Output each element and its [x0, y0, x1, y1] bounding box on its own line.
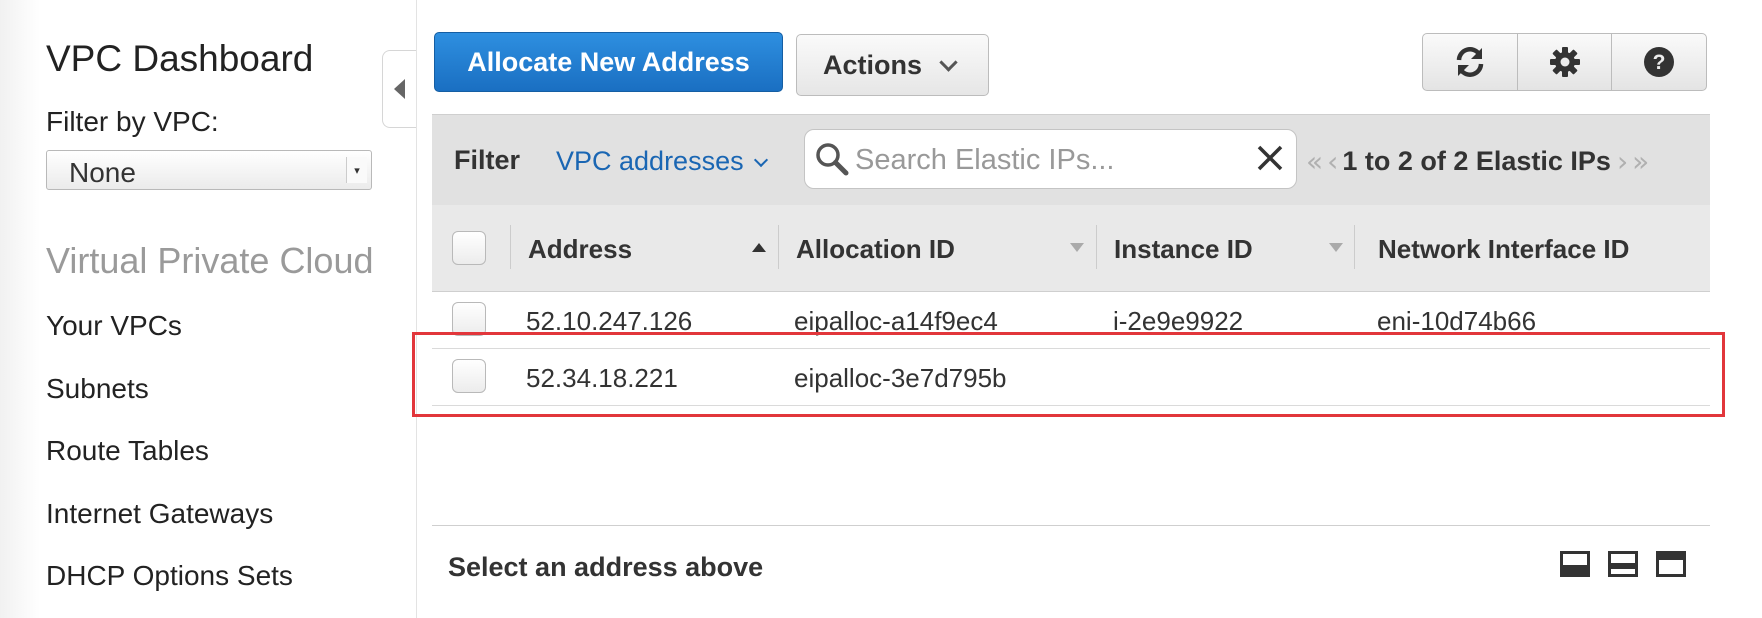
- row-checkbox[interactable]: [452, 359, 486, 393]
- layout-top-pane-icon[interactable]: [1656, 551, 1686, 577]
- row-checkbox[interactable]: [452, 302, 486, 336]
- column-header-address[interactable]: Address: [528, 234, 632, 265]
- sort-descending-icon[interactable]: [1329, 243, 1343, 252]
- column-header-network-interface-id[interactable]: Network Interface ID: [1378, 234, 1629, 265]
- sidebar-title[interactable]: VPC Dashboard: [46, 38, 313, 80]
- gear-icon: [1549, 47, 1580, 77]
- cell-allocation-id: eipalloc-a14f9ec4: [794, 306, 998, 336]
- search-icon: [816, 143, 849, 176]
- sidebar-item-dhcp-options-sets[interactable]: DHCP Options Sets: [46, 560, 293, 592]
- vpc-addresses-dropdown[interactable]: VPC addresses: [556, 146, 768, 177]
- table-row[interactable]: 52.34.18.221 eipalloc-3e7d795b: [432, 349, 1710, 406]
- collapse-left-icon: [394, 79, 405, 99]
- refresh-button[interactable]: [1423, 34, 1517, 90]
- settings-button[interactable]: [1516, 34, 1612, 90]
- pagination: « ‹ 1 to 2 of 2 Elastic IPs › »: [1306, 141, 1649, 181]
- help-button[interactable]: ?: [1611, 34, 1706, 90]
- cell-allocation-id: eipalloc-3e7d795b: [794, 363, 1007, 393]
- layout-split-pane-icon[interactable]: [1608, 551, 1638, 577]
- next-page-icon[interactable]: ›: [1617, 145, 1628, 178]
- sidebar-item-route-tables[interactable]: Route Tables: [46, 435, 209, 467]
- sidebar-item-your-vpcs[interactable]: Your VPCs: [46, 310, 182, 342]
- select-all-checkbox[interactable]: [452, 231, 486, 265]
- allocate-new-address-button[interactable]: Allocate New Address: [434, 32, 783, 92]
- column-header-instance-id[interactable]: Instance ID: [1114, 234, 1253, 265]
- table-header: Address Allocation ID Instance ID Networ…: [432, 205, 1710, 292]
- help-icon: ?: [1644, 47, 1675, 77]
- details-divider[interactable]: [432, 525, 1710, 526]
- cell-instance-id[interactable]: i-2e9e9922: [1113, 306, 1243, 337]
- sidebar-item-subnets[interactable]: Subnets: [46, 373, 149, 405]
- search-box: [804, 129, 1297, 189]
- last-page-icon[interactable]: »: [1632, 145, 1649, 178]
- actions-button[interactable]: Actions: [796, 34, 989, 96]
- svg-text:?: ?: [1653, 51, 1666, 74]
- sidebar-collapse-button[interactable]: [382, 50, 416, 128]
- filter-by-vpc-label: Filter by VPC:: [46, 106, 219, 137]
- column-separator: [510, 225, 511, 269]
- sort-ascending-icon[interactable]: [752, 243, 766, 252]
- refresh-icon: [1456, 47, 1484, 77]
- previous-page-icon[interactable]: ‹: [1327, 145, 1338, 178]
- vpc-filter-select[interactable]: None ▾: [46, 150, 372, 190]
- search-input[interactable]: [853, 140, 1237, 180]
- first-page-icon[interactable]: «: [1306, 145, 1323, 178]
- vpc-filter-value: None: [69, 157, 136, 188]
- column-header-allocation-id[interactable]: Allocation ID: [796, 234, 955, 265]
- cell-address: 52.10.247.126: [526, 306, 693, 336]
- layout-buttons: [1560, 551, 1686, 577]
- cell-address: 52.34.18.221: [526, 363, 678, 393]
- column-separator: [778, 225, 779, 269]
- actions-label: Actions: [823, 49, 923, 80]
- sidebar: VPC Dashboard Filter by VPC: None ▾ Virt…: [0, 0, 418, 618]
- sidebar-section-title: Virtual Private Cloud: [46, 240, 374, 281]
- column-separator: [1096, 225, 1097, 269]
- filter-label: Filter: [454, 145, 521, 175]
- vpc-addresses-dropdown-label: VPC addresses: [556, 146, 744, 176]
- details-placeholder: Select an address above: [448, 552, 764, 582]
- filter-bar: Filter VPC addresses « ‹ 1 to 2 of 2 Ela…: [432, 114, 1710, 206]
- chevron-down-icon: [939, 52, 958, 72]
- sidebar-divider: [416, 0, 417, 618]
- column-separator: [1354, 225, 1355, 269]
- clear-search-icon[interactable]: [1256, 144, 1284, 172]
- select-arrow-icon: ▾: [346, 157, 367, 183]
- pagination-text: 1 to 2 of 2 Elastic IPs: [1342, 145, 1611, 176]
- table-row[interactable]: 52.10.247.126 eipalloc-a14f9ec4 i-2e9e99…: [432, 292, 1710, 349]
- cell-network-interface-id[interactable]: eni-10d74b66: [1377, 306, 1536, 337]
- layout-bottom-pane-icon[interactable]: [1560, 551, 1590, 577]
- chevron-down-icon: [753, 152, 768, 168]
- toolbar-icon-group: ?: [1422, 33, 1707, 91]
- sidebar-item-internet-gateways[interactable]: Internet Gateways: [46, 498, 273, 530]
- sort-descending-icon[interactable]: [1070, 243, 1084, 252]
